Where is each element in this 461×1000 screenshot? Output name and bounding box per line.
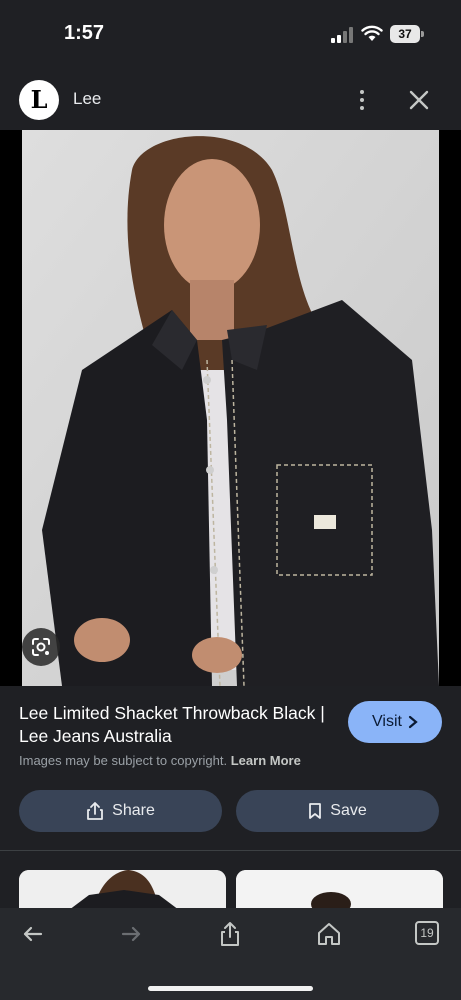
share-icon[interactable] <box>216 920 244 948</box>
related-image[interactable] <box>19 870 226 910</box>
product-image[interactable] <box>22 130 439 686</box>
browser-toolbar: 19 <box>0 908 461 1000</box>
result-info-panel: Lee Limited Shacket Throwback Black | Le… <box>0 686 461 856</box>
forward-arrow-icon[interactable] <box>117 920 145 948</box>
visit-button[interactable]: Visit <box>348 701 442 743</box>
close-icon[interactable] <box>405 86 433 114</box>
visit-label: Visit <box>372 713 402 730</box>
image-viewer[interactable] <box>0 130 461 686</box>
logo-letter: L <box>30 85 48 114</box>
copyright-text: Images may be subject to copyright. <box>19 753 228 768</box>
save-label: Save <box>330 802 367 819</box>
related-images <box>0 870 461 910</box>
status-time: 1:57 <box>64 22 105 44</box>
save-button[interactable]: Save <box>236 790 439 832</box>
chevron-right-icon <box>408 715 418 729</box>
product-title[interactable]: Lee Limited Shacket Throwback Black | Le… <box>19 702 339 748</box>
site-logo[interactable]: L <box>19 80 59 120</box>
viewer-header: L Lee <box>0 70 461 130</box>
bookmark-icon <box>309 803 322 819</box>
related-image[interactable] <box>236 870 443 910</box>
back-arrow-icon[interactable] <box>19 920 47 948</box>
status-bar: 1:57 37 <box>0 0 461 70</box>
divider <box>0 850 461 851</box>
more-vert-icon[interactable] <box>352 86 372 114</box>
battery-level: 37 <box>390 25 420 43</box>
signal-icon <box>331 27 353 43</box>
share-button[interactable]: Share <box>19 790 222 832</box>
battery-indicator: 37 <box>390 25 424 43</box>
share-icon <box>87 802 104 820</box>
copyright-notice: Images may be subject to copyright. Lear… <box>19 753 301 768</box>
learn-more-link[interactable]: Learn More <box>231 753 301 768</box>
home-indicator[interactable] <box>148 986 313 991</box>
site-name[interactable]: Lee <box>73 89 101 109</box>
share-label: Share <box>112 802 155 819</box>
tabs-icon[interactable]: 19 <box>415 921 439 945</box>
google-lens-button[interactable] <box>22 628 60 666</box>
google-lens-icon <box>32 638 50 656</box>
home-icon[interactable] <box>315 920 343 948</box>
wifi-icon <box>361 25 383 41</box>
